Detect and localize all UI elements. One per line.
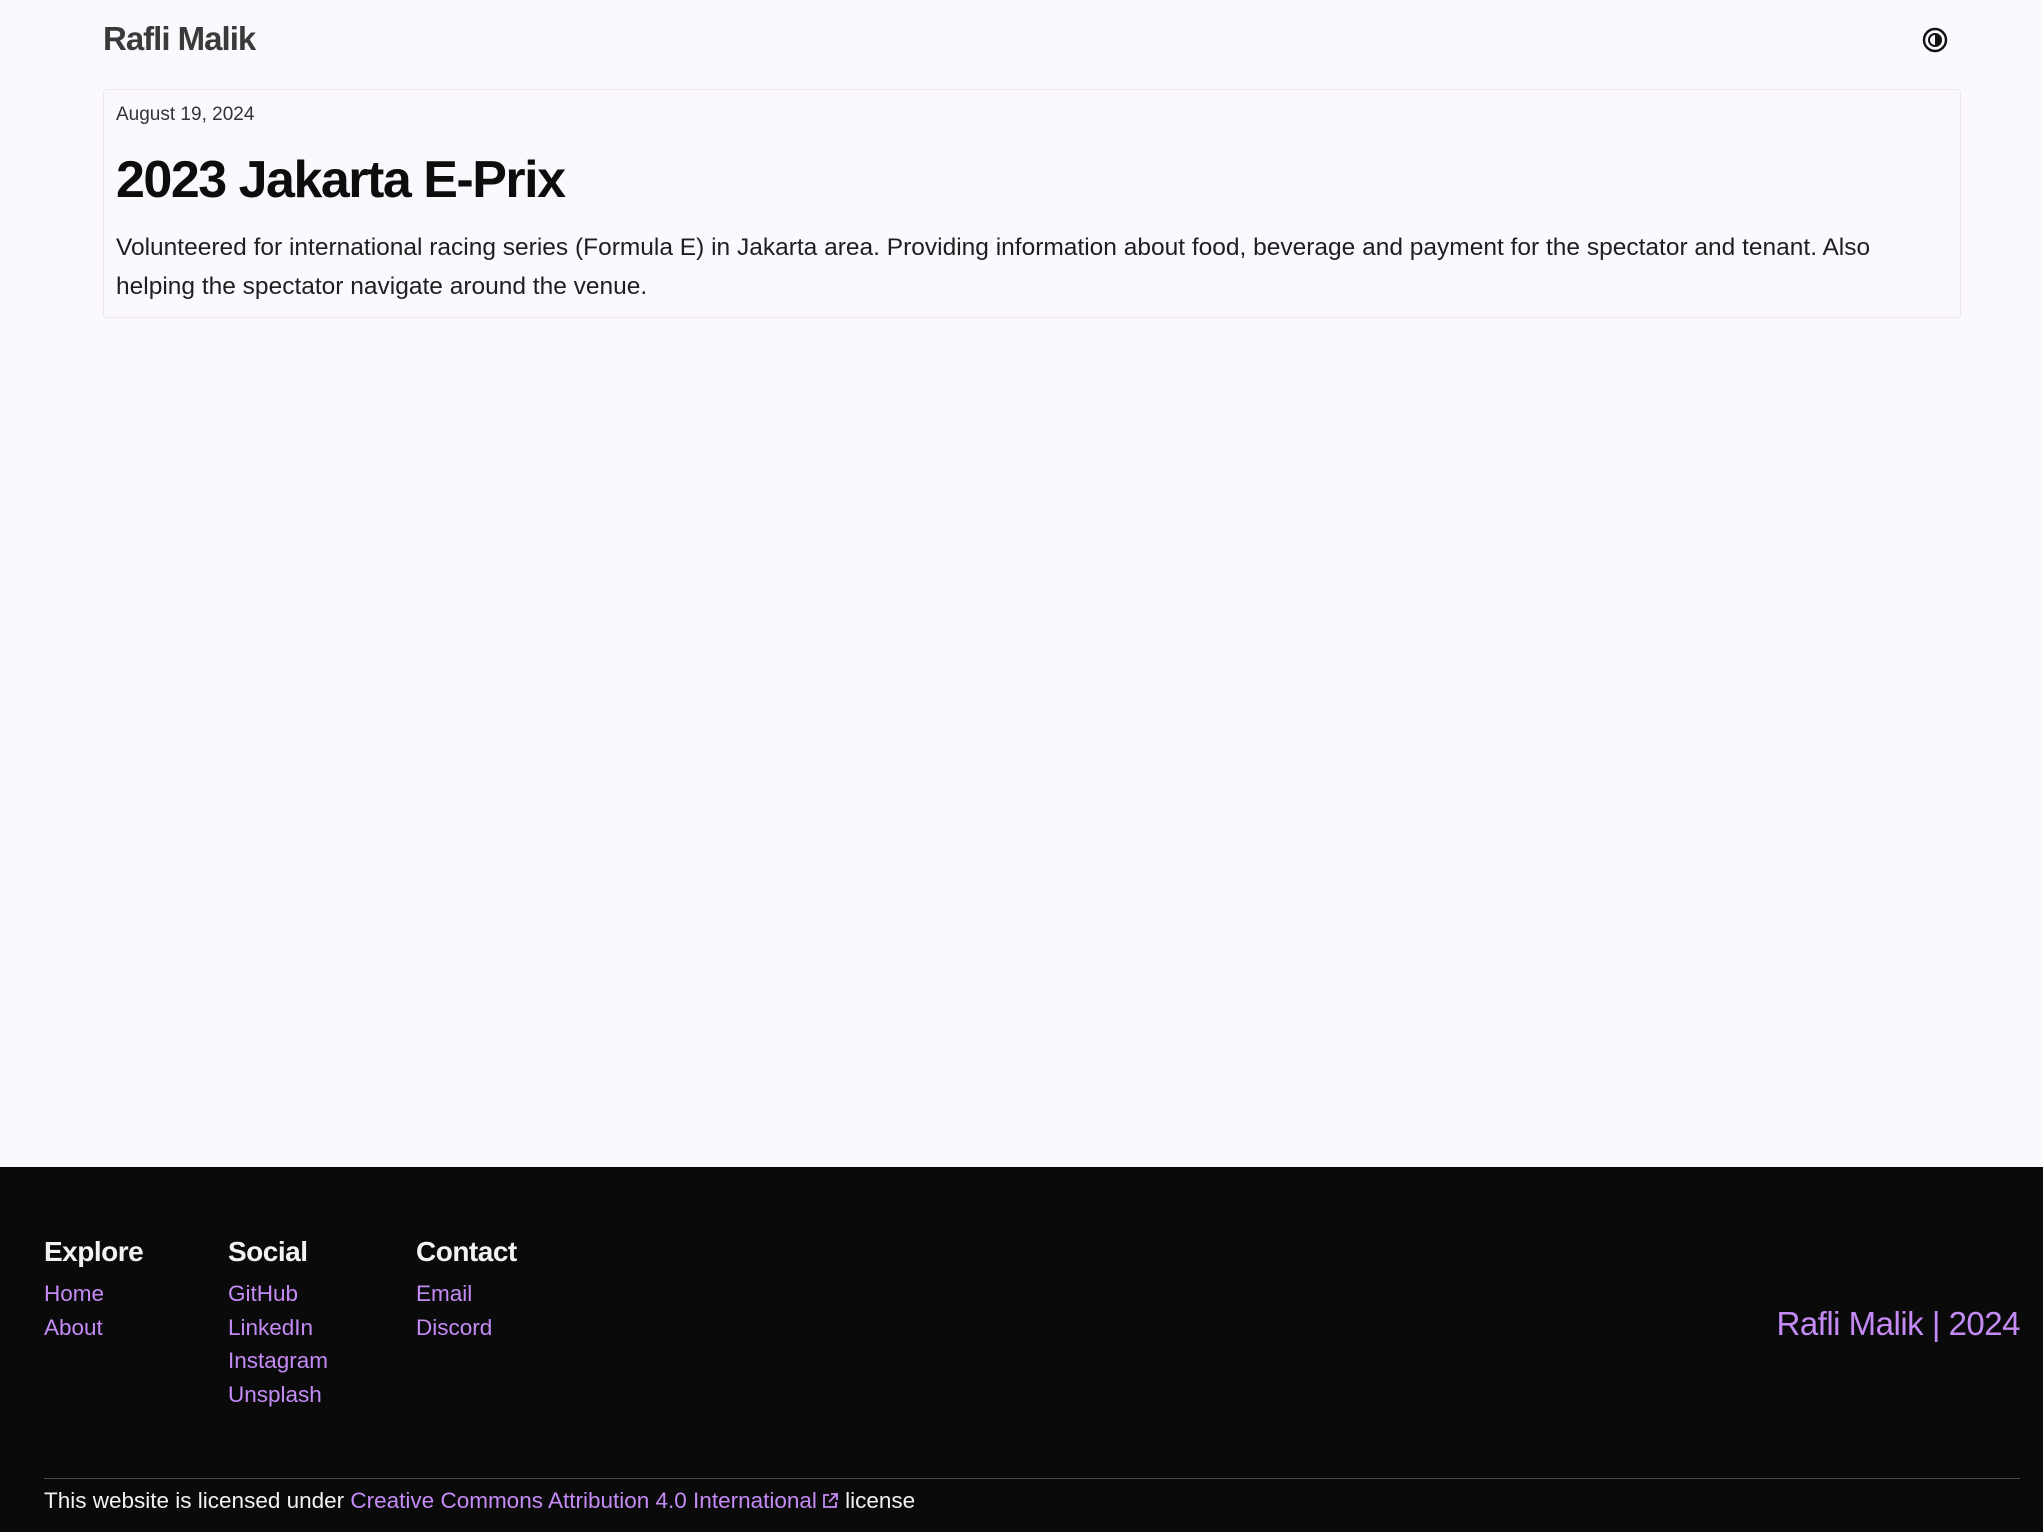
footer-link-email[interactable]: Email bbox=[416, 1277, 517, 1311]
footer-contact-column: Contact Email Discord bbox=[416, 1236, 517, 1344]
post-date: August 19, 2024 bbox=[116, 104, 255, 125]
license-link-label: Creative Commons Attribution 4.0 Interna… bbox=[350, 1488, 817, 1513]
site-footer: Explore Home About Social GitHub LinkedI… bbox=[0, 1167, 2043, 1532]
footer-link-unsplash[interactable]: Unsplash bbox=[228, 1378, 328, 1412]
post-card: August 19, 2024 2023 Jakarta E-Prix Volu… bbox=[103, 89, 1961, 318]
footer-divider bbox=[44, 1478, 2020, 1479]
external-link-icon bbox=[823, 1493, 838, 1508]
footer-explore-heading: Explore bbox=[44, 1236, 144, 1267]
footer-link-linkedin[interactable]: LinkedIn bbox=[228, 1311, 328, 1345]
license-suffix: license bbox=[838, 1488, 916, 1513]
footer-social-heading: Social bbox=[228, 1236, 308, 1267]
contrast-icon bbox=[1922, 27, 1948, 53]
footer-link-github[interactable]: GitHub bbox=[228, 1277, 328, 1311]
license-prefix: This website is licensed under bbox=[44, 1488, 351, 1513]
site-header: Rafli Malik bbox=[103, 16, 1961, 64]
footer-link-about[interactable]: About bbox=[44, 1311, 143, 1345]
footer-brand: Rafli Malik | 2024 bbox=[1776, 1305, 2020, 1342]
footer-link-instagram[interactable]: Instagram bbox=[228, 1344, 328, 1378]
license-link[interactable]: Creative Commons Attribution 4.0 Interna… bbox=[350, 1488, 839, 1513]
footer-link-home[interactable]: Home bbox=[44, 1277, 143, 1311]
license-notice: This website is licensed under Creative … bbox=[44, 1488, 915, 1514]
footer-link-discord[interactable]: Discord bbox=[416, 1311, 517, 1345]
theme-toggle-button[interactable] bbox=[1920, 25, 1950, 55]
footer-contact-heading: Contact bbox=[416, 1236, 517, 1267]
site-title-link[interactable]: Rafli Malik bbox=[103, 20, 256, 58]
post-body: Volunteered for international racing ser… bbox=[116, 234, 1871, 300]
post-title: 2023 Jakarta E-Prix bbox=[116, 151, 566, 209]
footer-social-column: Social GitHub LinkedIn Instagram Unsplas… bbox=[228, 1236, 328, 1411]
footer-explore-column: Explore Home About bbox=[44, 1236, 144, 1345]
